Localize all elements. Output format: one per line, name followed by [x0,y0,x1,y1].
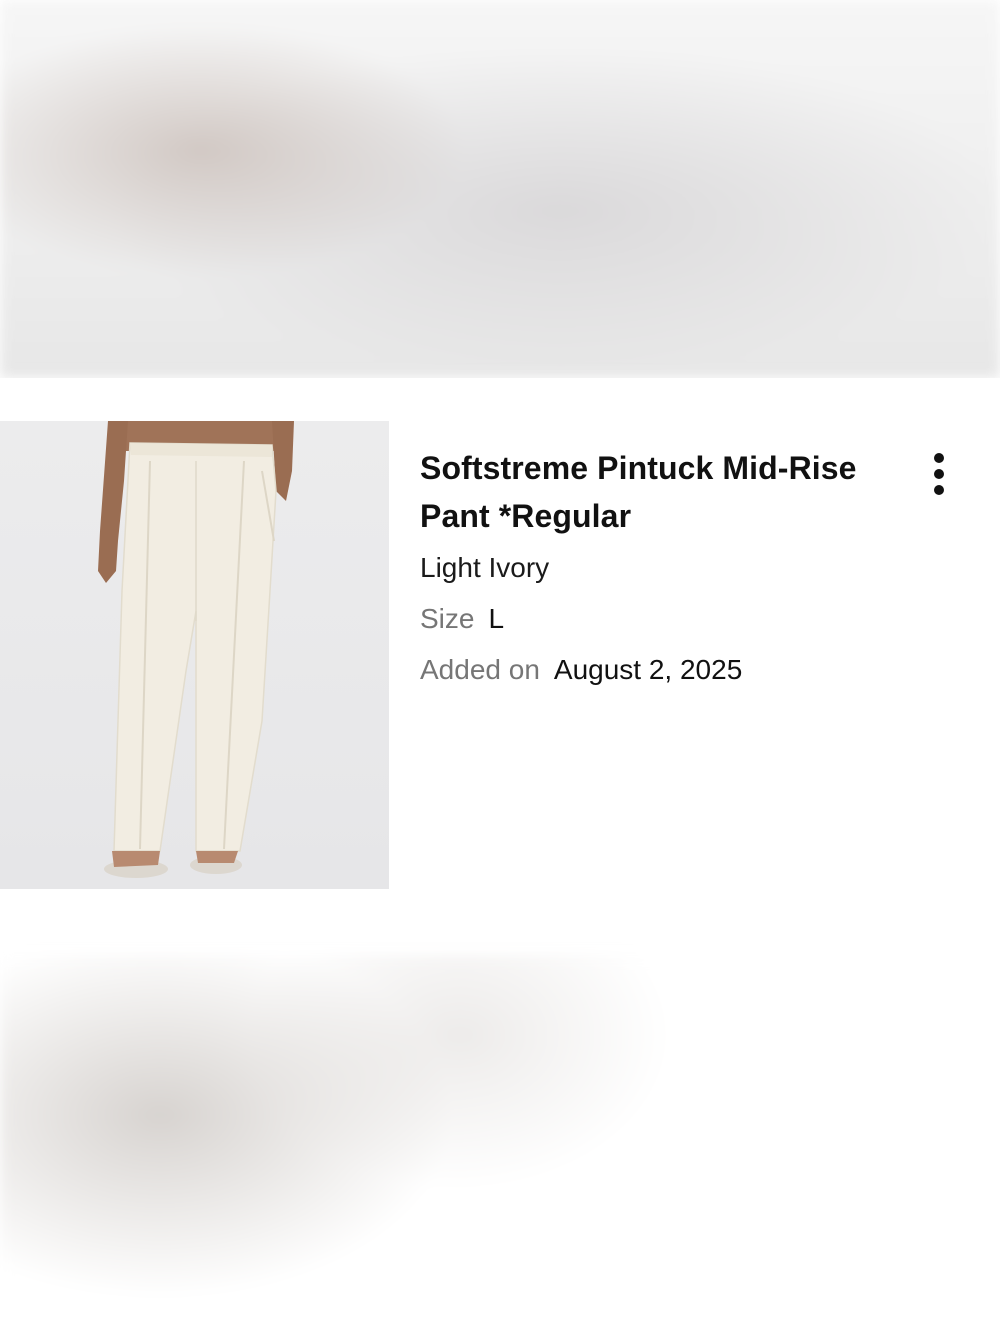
added-on-date: August 2, 2025 [553,654,743,685]
blurred-item-below [0,955,1000,1333]
item-details: Softstreme Pintuck Mid-Rise Pant *Regula… [420,444,860,690]
wishlist-item-card[interactable]: Softstreme Pintuck Mid-Rise Pant *Regula… [0,378,1000,955]
size-label: Size [420,603,475,634]
added-on-row: Added on August 2, 2025 [420,650,860,690]
product-title[interactable]: Softstreme Pintuck Mid-Rise Pant *Regula… [420,444,860,540]
more-vertical-icon-dot [934,469,944,479]
product-color: Light Ivory [420,552,550,583]
size-row: Size L [420,599,860,639]
size-value: L [488,603,505,634]
product-image[interactable] [0,421,389,889]
more-options-button[interactable] [922,446,956,502]
more-vertical-icon-dot [934,485,944,495]
pant-photo-icon [98,421,294,878]
more-vertical-icon [934,453,944,463]
blurred-item-above [0,0,1000,378]
added-on-label: Added on [420,654,540,685]
